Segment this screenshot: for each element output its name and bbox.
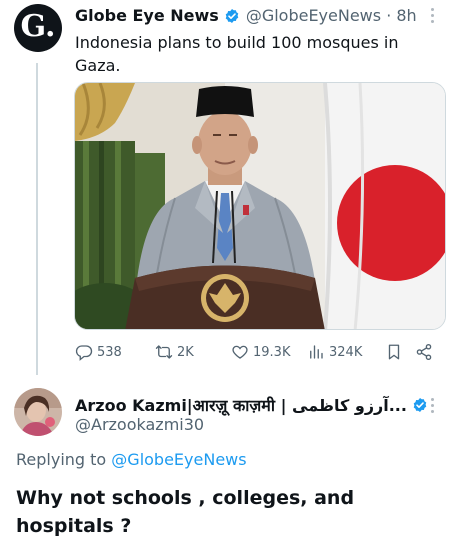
- share-button[interactable]: [415, 341, 433, 363]
- reply-icon: [75, 345, 93, 361]
- handle-and-time[interactable]: @GlobeEyeNews · 8h: [246, 6, 417, 25]
- retweet-icon: [155, 345, 173, 359]
- like-count: 19.3K: [253, 344, 291, 360]
- reply-more-options-icon[interactable]: [431, 398, 434, 413]
- retweet-count: 2K: [177, 344, 194, 360]
- retweet-button[interactable]: 2K: [155, 341, 194, 363]
- reply-handle[interactable]: @Arzookazmi30: [75, 415, 204, 434]
- photo-of-speaker-at-podium-icon: [75, 83, 445, 329]
- user-photo-icon: [14, 388, 62, 436]
- reply-header: Arzoo Kazmi|आरज़ू काज़मी | آرزو کاظمی...: [75, 394, 434, 416]
- replying-prefix: Replying to: [16, 450, 107, 469]
- views-button[interactable]: 324K: [307, 341, 362, 363]
- verified-badge-icon: [225, 8, 239, 23]
- reply-count: 538: [97, 344, 122, 360]
- avatar-letter: G.: [20, 9, 56, 44]
- thread-line: [36, 63, 38, 375]
- avatar[interactable]: G.: [14, 4, 62, 52]
- author-name[interactable]: Globe Eye News: [75, 6, 219, 25]
- reply-button[interactable]: 538: [75, 341, 122, 363]
- tweet-text: Indonesia plans to build 100 mosques in …: [75, 33, 399, 75]
- bookmark-button[interactable]: [385, 341, 403, 363]
- more-options-icon[interactable]: [431, 8, 434, 23]
- tweet-image[interactable]: [74, 82, 446, 330]
- tweet-actions: 538 2K 19.3K 324K: [75, 341, 440, 363]
- reply-text: Why not schools , colleges, and hospital…: [16, 487, 355, 537]
- replying-to-link[interactable]: @GlobeEyeNews: [111, 450, 246, 469]
- share-icon: [416, 343, 432, 361]
- replying-to: Replying to @GlobeEyeNews: [16, 450, 247, 469]
- reply-author-name[interactable]: Arzoo Kazmi|आरज़ू काज़मी | آرزو کاظمی...: [75, 394, 407, 416]
- heart-icon: [232, 345, 248, 359]
- bookmark-icon: [388, 344, 400, 360]
- verified-badge-icon: [413, 398, 427, 412]
- tweet-header: Globe Eye News @GlobeEyeNews · 8h: [75, 6, 417, 25]
- views-count: 324K: [329, 344, 363, 360]
- views-chart-icon: [310, 345, 323, 359]
- reply-avatar[interactable]: [14, 388, 62, 436]
- like-button[interactable]: 19.3K: [231, 341, 290, 363]
